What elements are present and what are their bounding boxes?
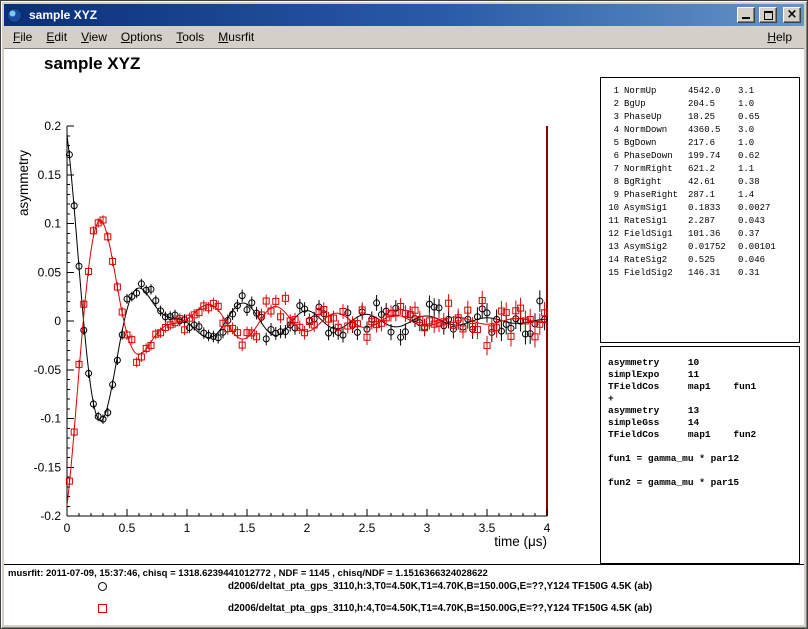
y-tick-label: 0.1 bbox=[44, 217, 61, 231]
y-tick-label: 0 bbox=[54, 314, 61, 328]
theory-line: fun1 = gamma_mu * par12 bbox=[608, 453, 799, 465]
menu-items: FileEditViewOptionsToolsMusrfit bbox=[6, 27, 261, 47]
theory-line: TFieldCos map1 fun2 bbox=[608, 429, 799, 441]
theory-line: + bbox=[608, 393, 799, 405]
parameter-row-phaseright: 9PhaseRight287.11.4 bbox=[605, 189, 799, 202]
y-axis-title: asymmetry bbox=[16, 150, 31, 216]
parameter-row-bgright: 8BgRight42.610.38 bbox=[605, 176, 799, 189]
parameter-row-bgdown: 5BgDown217.61.0 bbox=[605, 137, 799, 150]
data-series-circle bbox=[66, 135, 547, 424]
x-tick-label: 0 bbox=[64, 521, 71, 535]
y-tick-label: 0.2 bbox=[44, 119, 61, 133]
theory-line: simplExpo 11 bbox=[608, 369, 799, 381]
parameter-row-normup: 1NormUp4542.03.1 bbox=[605, 85, 799, 98]
y-tick-label: 0.05 bbox=[38, 265, 62, 279]
legend-circle-marker-icon bbox=[98, 582, 107, 591]
theory-line: simpleGss 14 bbox=[608, 417, 799, 429]
menu-item-help[interactable]: Help bbox=[763, 27, 796, 47]
plot-area[interactable]: -0.2 -0.15 -0.1 -0.05 0 0.05 0.1 0.15 0.2 0 0.5 1 1.… bbox=[4, 49, 564, 565]
x-tick-label: 3.5 bbox=[479, 521, 496, 535]
x-axis-title: time (μs) bbox=[494, 534, 547, 549]
parameter-row-asymsig2: 13AsymSig20.017520.00101 bbox=[605, 241, 799, 254]
legend: d2006/deltat_pta_gps_3110,h:3,T0=4.50K,T… bbox=[4, 576, 804, 620]
title-bar: sample XYZ × bbox=[4, 4, 804, 26]
parameter-row-normright: 7NormRight621.21.1 bbox=[605, 163, 799, 176]
theory-curve bbox=[67, 135, 547, 421]
y-tick-label: -0.1 bbox=[40, 412, 61, 426]
legend-entry: d2006/deltat_pta_gps_3110,h:3,T0=4.50K,T… bbox=[4, 576, 804, 598]
legend-label: d2006/deltat_pta_gps_3110,h:3,T0=4.50K,T… bbox=[228, 581, 652, 592]
theory-block: asymmetry 10simplExpo 11TFieldCos map1 f… bbox=[600, 346, 800, 564]
legend-square-marker-icon bbox=[98, 604, 107, 613]
x-tick-label: 1 bbox=[184, 521, 191, 535]
parameter-row-fieldsig1: 12FieldSig1101.360.37 bbox=[605, 228, 799, 241]
parameter-row-normdown: 4NormDown4360.53.0 bbox=[605, 124, 799, 137]
menu-item-view[interactable]: View bbox=[74, 27, 114, 47]
minimize-icon bbox=[742, 17, 750, 19]
theory-line bbox=[608, 465, 799, 477]
y-tick-label: -0.15 bbox=[34, 460, 62, 474]
menu-bar: FileEditViewOptionsToolsMusrfit Help bbox=[4, 26, 804, 48]
maximize-button[interactable] bbox=[759, 7, 777, 23]
plot-canvas[interactable]: sample XYZ -0.2-0.15-0.1-0.0500.050.10.1… bbox=[4, 48, 804, 625]
parameter-row-fieldsig2: 15FieldSig2146.310.31 bbox=[605, 267, 799, 280]
x-tick-label: 4 bbox=[544, 521, 551, 535]
menu-item-edit[interactable]: Edit bbox=[39, 27, 74, 47]
x-tick-label: 2 bbox=[304, 521, 311, 535]
y-tick-label: -0.2 bbox=[40, 509, 61, 523]
parameter-row-ratesig2: 14RateSig20.5250.046 bbox=[605, 254, 799, 267]
parameter-table: 1NormUp4542.03.12BgUp204.51.03PhaseUp18.… bbox=[600, 77, 800, 343]
close-button[interactable]: × bbox=[783, 7, 801, 23]
theory-curve bbox=[67, 221, 547, 506]
theory-line: asymmetry 10 bbox=[608, 357, 799, 369]
parameter-row-phaseup: 3PhaseUp18.250.65 bbox=[605, 111, 799, 124]
maximize-icon bbox=[764, 11, 773, 20]
parameter-row-phasedown: 6PhaseDown199.740.62 bbox=[605, 150, 799, 163]
legend-label: d2006/deltat_pta_gps_3110,h:4,T0=4.50K,T… bbox=[228, 603, 652, 614]
app-icon[interactable] bbox=[7, 8, 22, 23]
parameter-row-asymsig1: 10AsymSig10.18330.0027 bbox=[605, 202, 799, 215]
theory-lines: asymmetry 10simplExpo 11TFieldCos map1 f… bbox=[608, 357, 799, 489]
x-tick-label: 2.5 bbox=[359, 521, 376, 535]
data-series-square bbox=[66, 215, 547, 505]
window-title: sample XYZ bbox=[26, 8, 733, 22]
x-tick-label: 0.5 bbox=[119, 521, 136, 535]
legend-entry: d2006/deltat_pta_gps_3110,h:4,T0=4.50K,T… bbox=[4, 598, 804, 620]
theory-line: fun2 = gamma_mu * par15 bbox=[608, 477, 799, 489]
parameter-rows: 1NormUp4542.03.12BgUp204.51.03PhaseUp18.… bbox=[605, 85, 799, 280]
parameter-row-bgup: 2BgUp204.51.0 bbox=[605, 98, 799, 111]
x-tick-label: 3 bbox=[424, 521, 431, 535]
menu-item-musrfit[interactable]: Musrfit bbox=[211, 27, 261, 47]
menu-item-tools[interactable]: Tools bbox=[169, 27, 211, 47]
theory-line: TFieldCos map1 fun1 bbox=[608, 381, 799, 393]
close-icon: × bbox=[787, 8, 798, 21]
y-tick-label: 0.15 bbox=[38, 168, 62, 182]
menu-item-options[interactable]: Options bbox=[114, 27, 169, 47]
app-window: sample XYZ × FileEditViewOptionsToolsMus… bbox=[0, 0, 808, 629]
parameter-row-ratesig1: 11RateSig12.2870.043 bbox=[605, 215, 799, 228]
menu-item-file[interactable]: File bbox=[6, 27, 39, 47]
theory-line bbox=[608, 441, 799, 453]
footer-divider bbox=[4, 564, 804, 565]
x-tick-label: 1.5 bbox=[239, 521, 256, 535]
minimize-button[interactable] bbox=[737, 7, 755, 23]
y-tick-label: -0.05 bbox=[34, 363, 62, 377]
theory-line: asymmetry 13 bbox=[608, 405, 799, 417]
